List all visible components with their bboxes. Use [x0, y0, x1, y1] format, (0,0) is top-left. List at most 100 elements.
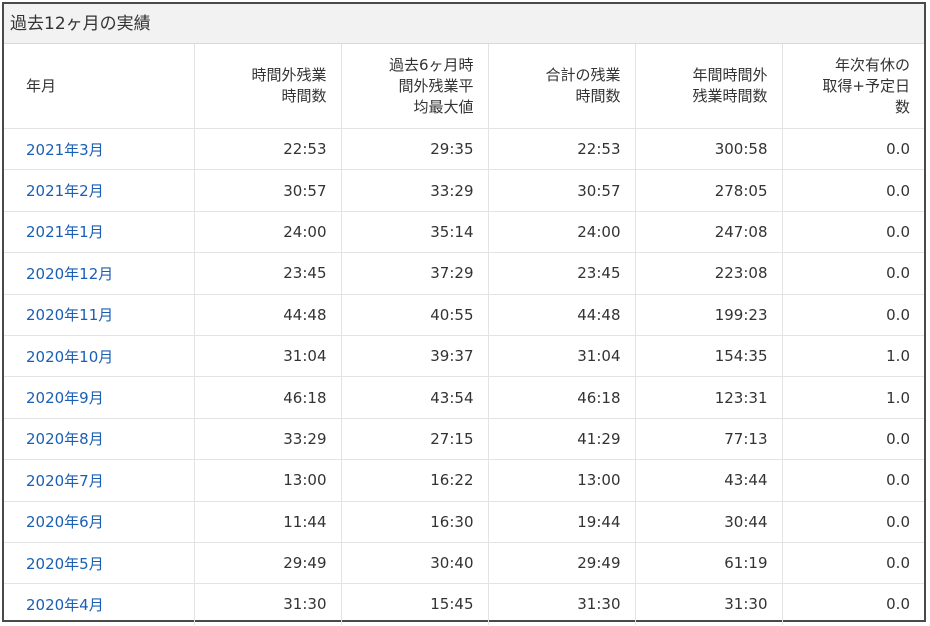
cell-avg6-max: 33:29	[430, 181, 474, 200]
cell-overtime: 11:44	[283, 512, 327, 531]
cell-total-overtime: 31:30	[488, 583, 636, 625]
cell-overtime: 24:00	[283, 222, 327, 241]
cell-overtime: 29:49	[194, 542, 342, 585]
cell-paid-leave: 1.0	[886, 347, 910, 366]
table-row: 2020年8月 33:29 27:15 41:29 77:13 0.0	[4, 418, 924, 461]
table-row: 2021年1月 24:00 35:14 24:00 247:08 0.0	[4, 211, 924, 254]
cell-total-overtime: 22:53	[488, 128, 636, 171]
cell-avg6-max: 15:45	[430, 595, 474, 614]
cell-month: 2021年2月	[4, 169, 195, 212]
month-link[interactable]: 2020年5月	[26, 555, 104, 573]
month-link[interactable]: 2020年8月	[26, 430, 104, 448]
cell-annual-overtime: 43:44	[724, 471, 768, 490]
cell-overtime: 13:00	[283, 471, 327, 490]
cell-avg6-max: 30:40	[430, 554, 474, 573]
cell-overtime: 46:18	[194, 376, 342, 419]
month-link[interactable]: 2020年10月	[26, 348, 113, 366]
cell-paid-leave: 0.0	[782, 252, 924, 295]
month-link[interactable]: 2020年9月	[26, 389, 104, 407]
cell-annual-overtime: 300:58	[714, 140, 768, 159]
cell-avg6-max: 30:40	[341, 542, 489, 585]
cell-total-overtime: 19:44	[488, 501, 636, 543]
cell-paid-leave: 1.0	[782, 376, 924, 419]
month-link[interactable]: 2021年2月	[26, 182, 104, 200]
column-header-annual-overtime-line2: 残業時間数	[692, 87, 768, 105]
cell-annual-overtime: 223:08	[714, 264, 768, 283]
cell-avg6-max: 40:55	[430, 305, 474, 324]
month-link[interactable]: 2020年7月	[26, 472, 104, 490]
cell-paid-leave: 0.0	[782, 501, 924, 543]
column-header-overtime-line2: 時間数	[281, 87, 327, 105]
cell-total-overtime: 19:44	[577, 512, 621, 531]
cell-paid-leave: 0.0	[886, 222, 910, 241]
column-header-total-overtime: 合計の残業 時間数	[488, 44, 636, 129]
cell-total-overtime: 30:57	[577, 181, 621, 200]
column-header-overtime-line1: 時間外残業	[251, 66, 327, 84]
column-header-total-overtime-line1: 合計の残業	[545, 66, 621, 84]
cell-paid-leave: 1.0	[782, 335, 924, 378]
cell-overtime: 44:48	[194, 294, 342, 336]
month-link[interactable]: 2020年11月	[26, 306, 113, 324]
cell-paid-leave: 0.0	[782, 542, 924, 585]
cell-overtime: 30:57	[194, 169, 342, 212]
cell-overtime: 23:45	[194, 252, 342, 295]
cell-avg6-max: 29:35	[341, 128, 489, 171]
cell-paid-leave: 0.0	[886, 429, 910, 448]
month-link[interactable]: 2021年3月	[26, 141, 104, 159]
results-table: 年月 時間外残業 時間数 過去6ヶ月時 間外残業平 均最大値 合計の残業 時間数…	[4, 44, 924, 625]
cell-annual-overtime: 223:08	[635, 252, 783, 295]
cell-month: 2020年10月	[4, 335, 195, 378]
month-link[interactable]: 2020年12月	[26, 265, 113, 283]
cell-overtime: 29:49	[283, 554, 327, 573]
cell-avg6-max: 15:45	[341, 583, 489, 625]
month-link[interactable]: 2021年1月	[26, 223, 104, 241]
cell-avg6-max: 16:22	[430, 471, 474, 490]
cell-total-overtime: 29:49	[577, 554, 621, 573]
month-link[interactable]: 2020年6月	[26, 513, 104, 531]
cell-annual-overtime: 77:13	[724, 429, 768, 448]
cell-paid-leave: 0.0	[782, 128, 924, 171]
cell-paid-leave: 0.0	[782, 294, 924, 336]
cell-avg6-max: 40:55	[341, 294, 489, 336]
cell-annual-overtime: 300:58	[635, 128, 783, 171]
table-row: 2020年5月 29:49 30:40 29:49 61:19 0.0	[4, 542, 924, 585]
cell-total-overtime: 13:00	[577, 471, 621, 490]
column-header-overtime: 時間外残業 時間数	[194, 44, 342, 129]
cell-avg6-max: 33:29	[341, 169, 489, 212]
cell-avg6-max: 16:30	[341, 501, 489, 543]
cell-paid-leave: 1.0	[886, 388, 910, 407]
cell-paid-leave: 0.0	[886, 595, 910, 614]
month-link[interactable]: 2020年4月	[26, 596, 104, 614]
cell-total-overtime: 31:30	[577, 595, 621, 614]
table-row: 2020年6月 11:44 16:30 19:44 30:44 0.0	[4, 501, 924, 543]
cell-annual-overtime: 77:13	[635, 418, 783, 461]
column-header-paid-leave-line2: 取得+予定日	[822, 76, 910, 95]
cell-avg6-max: 39:37	[341, 335, 489, 378]
cell-overtime: 46:18	[283, 388, 327, 407]
cell-total-overtime: 23:45	[488, 252, 636, 295]
cell-paid-leave: 0.0	[886, 512, 910, 531]
cell-paid-leave: 0.0	[782, 211, 924, 254]
cell-total-overtime: 30:57	[488, 169, 636, 212]
column-header-paid-leave-line3: 数	[894, 97, 910, 116]
column-header-avg6-max-line3: 均最大値	[413, 97, 474, 116]
cell-overtime: 31:30	[283, 595, 327, 614]
table-row: 2020年10月 31:04 39:37 31:04 154:35 1.0	[4, 335, 924, 378]
table-row: 2021年3月 22:53 29:35 22:53 300:58 0.0	[4, 128, 924, 171]
cell-annual-overtime: 30:44	[635, 501, 783, 543]
cell-total-overtime: 44:48	[488, 294, 636, 336]
cell-total-overtime: 46:18	[488, 376, 636, 419]
cell-total-overtime: 29:49	[488, 542, 636, 585]
cell-annual-overtime: 123:31	[635, 376, 783, 419]
cell-paid-leave: 0.0	[886, 471, 910, 490]
column-header-total-overtime-line2: 時間数	[575, 87, 621, 105]
table-row: 2020年9月 46:18 43:54 46:18 123:31 1.0	[4, 376, 924, 419]
cell-overtime: 44:48	[283, 305, 327, 324]
cell-overtime: 22:53	[194, 128, 342, 171]
cell-month: 2021年3月	[4, 128, 195, 171]
cell-paid-leave: 0.0	[886, 554, 910, 573]
cell-total-overtime: 13:00	[488, 459, 636, 502]
cell-paid-leave: 0.0	[782, 584, 924, 625]
cell-avg6-max: 37:29	[341, 252, 489, 295]
column-header-month: 年月	[4, 44, 195, 129]
